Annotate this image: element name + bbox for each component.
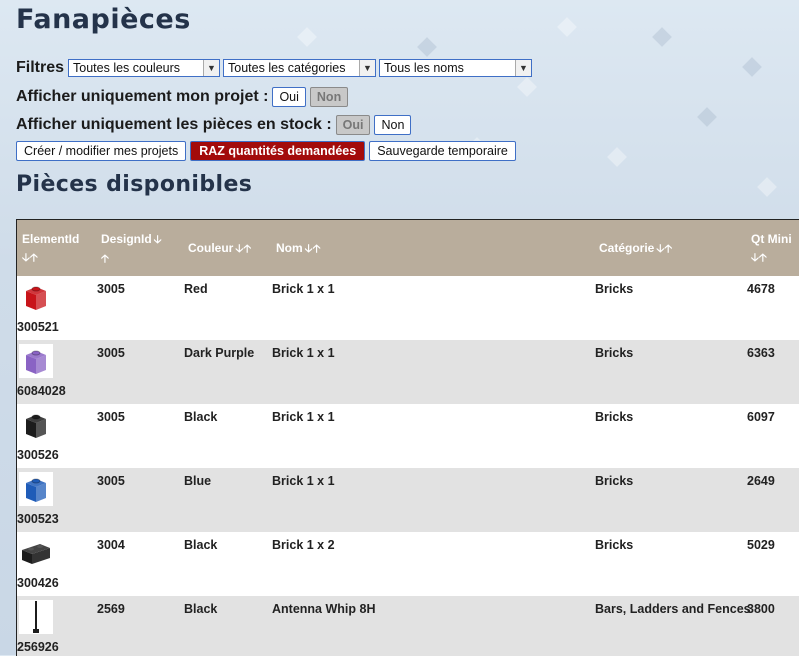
chevron-down-icon: ▼: [359, 60, 376, 76]
qty-cell: 2649: [747, 474, 775, 488]
designid-cell: 3005: [97, 346, 125, 360]
color-cell: Black: [184, 602, 218, 616]
designid-cell: 3005: [97, 410, 125, 424]
sort-asc-icon[interactable]: 🡡: [101, 250, 109, 268]
name-cell: Antenna Whip 8H: [272, 602, 376, 616]
column-header-elementid[interactable]: ElementId 🡣🡡: [22, 230, 79, 267]
elementid-cell: 300523: [17, 512, 59, 526]
project-filter-row: Afficher uniquement mon projet : Oui Non: [16, 87, 352, 107]
category-cell: Bricks: [595, 410, 634, 424]
stock-no-button[interactable]: Non: [374, 115, 412, 135]
project-filter-label: Afficher uniquement mon projet :: [16, 88, 269, 105]
table-header: ElementId 🡣🡡 DesignId 🡣 🡡 Couleur 🡣🡡 Nom 🡣🡡…: [17, 220, 799, 276]
qty-cell: 6363: [747, 346, 775, 360]
elementid-cell: 300526: [17, 448, 59, 462]
temporary-save-button[interactable]: Sauvegarde temporaire: [369, 141, 516, 161]
sort-desc-icon[interactable]: 🡣: [154, 231, 162, 249]
part-image: [19, 344, 53, 378]
reset-quantities-button[interactable]: RAZ quantités demandées: [190, 141, 366, 161]
qty-cell: 5029: [747, 538, 775, 552]
project-no-button[interactable]: Non: [309, 87, 349, 107]
sort-arrows-icon[interactable]: 🡣🡡: [751, 249, 767, 267]
part-image: [19, 536, 53, 570]
elementid-cell: 300521: [17, 320, 59, 334]
color-filter-value: Toutes les couleurs: [73, 61, 181, 75]
table-row[interactable]: 300426 3004 Black Brick 1 x 2 Bricks 5029: [17, 532, 799, 596]
chevron-down-icon: ▼: [203, 60, 220, 76]
actions-row: Créer / modifier mes projets RAZ quantit…: [16, 141, 520, 161]
category-cell: Bricks: [595, 282, 634, 296]
table-row[interactable]: 6084028 3005 Dark Purple Brick 1 x 1 Bricks 6…: [17, 340, 799, 404]
part-image: [19, 280, 53, 314]
name-cell: Brick 1 x 2: [272, 538, 335, 552]
part-image: [19, 472, 53, 506]
qty-cell: 3800: [747, 602, 775, 616]
filters-row: Filtres Toutes les couleurs ▼ Toutes les…: [16, 59, 535, 77]
column-header-name[interactable]: Nom 🡣🡡: [276, 239, 320, 258]
category-filter-value: Toutes les catégories: [228, 61, 346, 75]
column-header-color[interactable]: Couleur 🡣🡡: [188, 239, 251, 258]
color-cell: Red: [184, 282, 208, 296]
designid-cell: 3005: [97, 474, 125, 488]
category-cell: Bars, Ladders and Fences: [595, 602, 751, 616]
category-cell: Bricks: [595, 474, 634, 488]
name-filter-select[interactable]: Tous les noms ▼: [379, 59, 533, 77]
color-cell: Dark Purple: [184, 346, 255, 360]
column-header-category[interactable]: Catégorie 🡣🡡: [599, 239, 672, 258]
name-filter-value: Tous les noms: [384, 61, 464, 75]
category-cell: Bricks: [595, 538, 634, 552]
section-title: Pièces disponibles: [16, 172, 253, 197]
column-header-qty[interactable]: Qt Mini 🡣🡡: [751, 230, 792, 267]
table-row[interactable]: 300521 3005 Red Brick 1 x 1 Bricks 4678: [17, 276, 799, 340]
part-image: [19, 600, 53, 634]
column-header-designid[interactable]: DesignId 🡣 🡡: [101, 230, 162, 268]
category-filter-select[interactable]: Toutes les catégories ▼: [223, 59, 377, 77]
table-row[interactable]: 256926 2569 Black Antenna Whip 8H Bars, Ladd…: [17, 596, 799, 656]
table-row[interactable]: 300526 3005 Black Brick 1 x 1 Bricks 6097: [17, 404, 799, 468]
parts-table: ElementId 🡣🡡 DesignId 🡣 🡡 Couleur 🡣🡡 Nom 🡣🡡…: [16, 219, 799, 656]
name-cell: Brick 1 x 1: [272, 410, 335, 424]
elementid-cell: 300426: [17, 576, 59, 590]
site-title: Fanapièces: [16, 4, 191, 35]
designid-cell: 2569: [97, 602, 125, 616]
project-yes-button[interactable]: Oui: [272, 87, 306, 107]
qty-cell: 4678: [747, 282, 775, 296]
stock-filter-label: Afficher uniquement les pièces en stock …: [16, 116, 332, 133]
table-row[interactable]: 300523 3005 Blue Brick 1 x 1 Bricks 2649: [17, 468, 799, 532]
qty-cell: 6097: [747, 410, 775, 424]
category-cell: Bricks: [595, 346, 634, 360]
color-filter-select[interactable]: Toutes les couleurs ▼: [68, 59, 221, 77]
stock-filter-row: Afficher uniquement les pièces en stock …: [16, 115, 415, 135]
designid-cell: 3005: [97, 282, 125, 296]
sort-arrows-icon[interactable]: 🡣🡡: [235, 240, 251, 258]
sort-arrows-icon[interactable]: 🡣🡡: [656, 240, 672, 258]
sort-arrows-icon[interactable]: 🡣🡡: [22, 249, 38, 267]
part-image: [19, 408, 53, 442]
color-cell: Blue: [184, 474, 212, 488]
name-cell: Brick 1 x 1: [272, 346, 335, 360]
designid-cell: 3004: [97, 538, 125, 552]
manage-projects-button[interactable]: Créer / modifier mes projets: [16, 141, 187, 161]
name-cell: Brick 1 x 1: [272, 282, 335, 296]
name-cell: Brick 1 x 1: [272, 474, 335, 488]
color-cell: Black: [184, 538, 218, 552]
elementid-cell: 6084028: [17, 384, 66, 398]
stock-yes-button[interactable]: Oui: [335, 115, 371, 135]
chevron-down-icon: ▼: [515, 60, 532, 76]
sort-arrows-icon[interactable]: 🡣🡡: [305, 240, 321, 258]
color-cell: Black: [184, 410, 218, 424]
elementid-cell: 256926: [17, 640, 59, 654]
filters-label: Filtres: [16, 59, 65, 76]
